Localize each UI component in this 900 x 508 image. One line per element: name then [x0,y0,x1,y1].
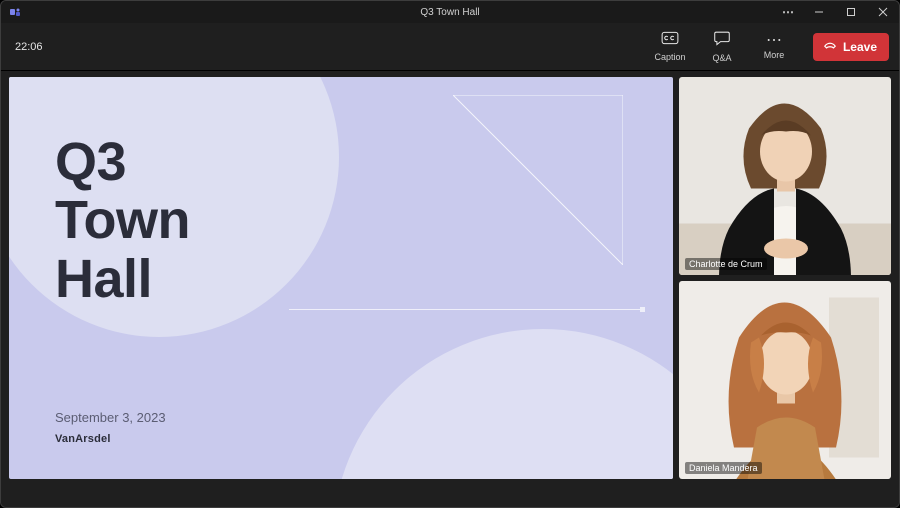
more-icon: ⋯ [766,34,782,48]
teams-app-icon [9,6,21,18]
window-maximize-button[interactable] [835,1,867,23]
participant-video [679,77,891,275]
participant-tile[interactable]: Daniela Mandera [679,281,891,479]
qa-label: Q&A [712,53,731,63]
decorative-circle [333,329,673,479]
participant-video [679,281,891,479]
window-title: Q3 Town Hall [1,7,899,18]
decorative-line [289,309,643,310]
window-minimize-button[interactable] [803,1,835,23]
chat-bubble-icon [713,30,731,51]
meeting-timer: 22:06 [15,41,43,53]
qa-button[interactable]: Q&A [701,30,743,63]
participant-tile[interactable]: Charlotte de Crum [679,77,891,275]
slide-title: Q3 Town Hall [55,133,190,308]
caption-label: Caption [654,52,685,62]
more-button[interactable]: ⋯ More [753,34,795,60]
leave-button[interactable]: Leave [813,33,889,61]
participant-column: Charlotte de Crum [679,77,891,479]
shared-content[interactable]: Q3 Town Hall September 3, 2023 VanArsdel [9,77,673,479]
meeting-toolbar: 22:06 Caption Q&A ⋯ More [1,23,899,71]
decorative-triangle [453,95,623,270]
more-label: More [764,50,785,60]
titlebar-more-icon[interactable]: ⋯ [774,5,803,19]
participant-name: Daniela Mandera [685,462,762,474]
meeting-stage: Q3 Town Hall September 3, 2023 VanArsdel [1,71,899,507]
slide-brand: VanArsdel [55,433,111,445]
participant-name: Charlotte de Crum [685,258,767,270]
hangup-icon [823,38,837,55]
presentation-slide: Q3 Town Hall September 3, 2023 VanArsdel [9,77,673,479]
window-close-button[interactable] [867,1,899,23]
titlebar: Q3 Town Hall ⋯ [1,1,899,23]
caption-button[interactable]: Caption [649,31,691,62]
caption-icon [661,31,679,50]
slide-date: September 3, 2023 [55,410,166,425]
leave-label: Leave [843,40,877,54]
teams-meeting-window: Q3 Town Hall ⋯ 22:06 [0,0,900,508]
